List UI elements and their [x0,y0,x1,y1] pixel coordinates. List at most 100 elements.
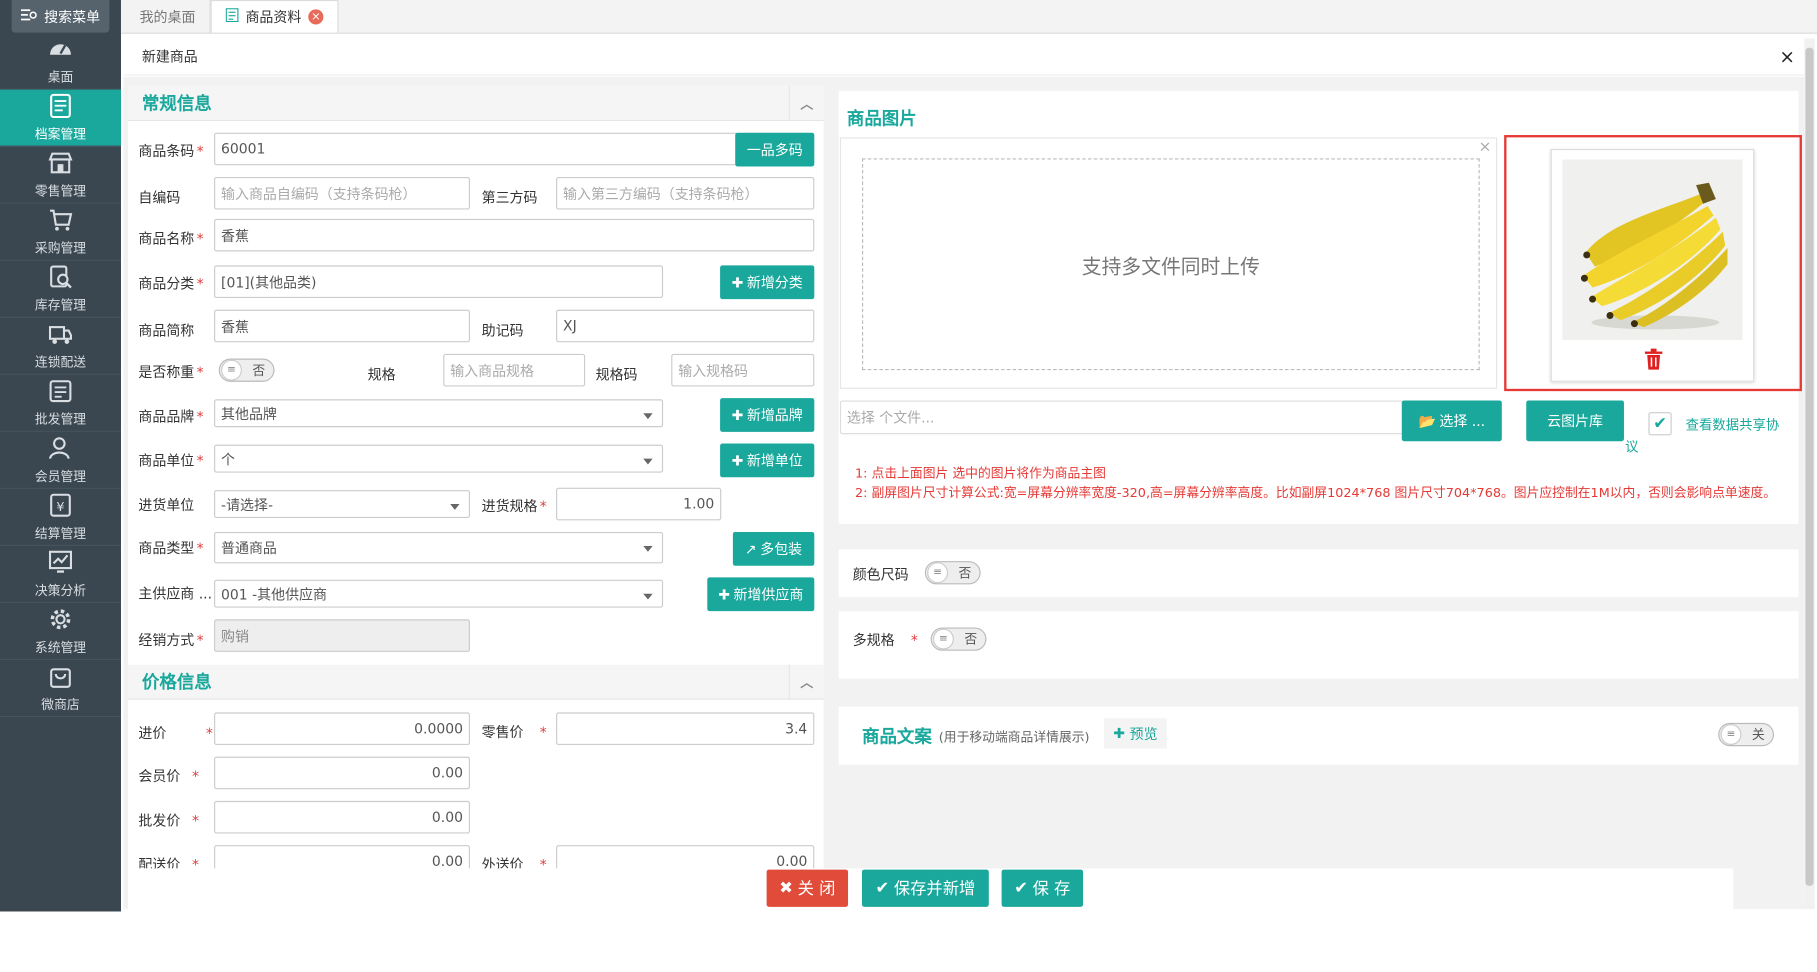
cloud-gallery-button[interactable]: 云图片库 [1526,400,1624,442]
multi-spec-toggle[interactable]: ≡ 否 [930,627,987,651]
unit-select[interactable]: 个 [214,444,664,473]
external-link-icon: ↗ [745,540,757,558]
barcode-label: 商品条码 * [138,143,204,160]
retail-price-input[interactable]: 3.4 [556,712,815,746]
check-icon: ✔ [1014,878,1028,898]
outside-price-input[interactable]: 0.00 [556,845,815,869]
multi-package-button[interactable]: ↗ 多包装 [732,531,815,566]
chevron-up-icon[interactable]: ︿ [788,664,824,700]
truck-icon [48,321,74,350]
supplier-select[interactable]: 001 -其他供应商 [214,579,664,608]
purchase-spec-input[interactable]: 1.00 [556,487,722,521]
name-label: 商品名称 * [138,230,204,247]
copywriting-subtitle: (用于移动端商品详情展示) [938,729,1090,746]
sidebar-item-chart[interactable]: 决策分析 [0,546,121,604]
tab-product-info[interactable]: 商品资料 × [210,0,339,33]
toggle-knob: ≡ [1720,724,1742,746]
purchase-unit-select[interactable]: -请选择- [214,490,470,519]
share-agreement-link[interactable]: 查看数据共享协 [1686,416,1780,435]
vertical-scrollbar[interactable] [1804,38,1815,910]
third-code-input[interactable]: 输入第三方编码（支持条码枪） [556,176,815,210]
category-input[interactable]: [01](其他品类) [214,265,664,299]
brand-select[interactable]: 其他品牌 [214,399,664,428]
spec-input[interactable]: 输入商品规格 [443,353,586,387]
sidebar-item-label: 结算管理 [34,525,87,541]
sidebar-item-archive[interactable]: 档案管理 [0,89,121,147]
type-select[interactable]: 普通商品 [214,531,664,564]
close-button[interactable]: ✖ 关 闭 [766,869,849,907]
multi-spec-label: 多规格 * [852,632,918,649]
button-label: 保存并新增 [893,880,976,899]
self-code-label: 自编码 [138,189,181,207]
share-checkbox[interactable]: ✔ [1648,412,1672,436]
sidebar-item-label: 桌面 [47,69,74,85]
mnemonic-input[interactable]: XJ [556,309,815,343]
upload-area: 支持多文件同时上传 × [839,137,1498,389]
save-and-new-button[interactable]: ✔ 保存并新增 [862,869,989,907]
search-menu-button[interactable]: 搜索菜单 [11,0,110,33]
spec-code-input[interactable]: 输入规格码 [671,353,815,387]
sidebar-item-inventory-search[interactable]: 库存管理 [0,261,121,318]
trash-icon[interactable] [1644,348,1664,375]
color-size-toggle[interactable]: ≡ 否 [924,561,981,585]
sales-mode-input: 购销 [214,619,470,652]
toggle-knob: ≡ [927,562,949,584]
barcode-input[interactable]: 60001 [214,132,738,166]
sidebar-item-label: 采购管理 [34,240,87,256]
button-label: 预览 [1129,725,1158,743]
general-info-panel: 常规信息 ︿ 商品条码 * 60001 一品多码 自编码 输入商品自编码（支持条码… [127,86,824,902]
wholesale-price-input[interactable]: 0.00 [214,800,470,834]
weighing-label: 是否称重 * [138,364,204,381]
button-label: 新增供应商 [733,586,804,604]
sidebar-item-cart[interactable]: 采购管理 [0,204,121,261]
gear-icon [48,606,74,635]
share-agreement-link-wrap[interactable]: 议 [1625,438,1638,457]
sidebar-item-settlement[interactable]: ¥ 结算管理 [0,489,121,546]
modal-close-icon[interactable]: × [1779,45,1795,67]
chevron-up-icon[interactable]: ︿ [788,86,824,122]
multi-spec-panel: 多规格 * ≡ 否 [838,611,1799,679]
member-price-input[interactable]: 0.00 [214,756,470,790]
sidebar-item-member[interactable]: 会员管理 [0,432,121,489]
file-dropzone[interactable]: 支持多文件同时上传 [862,158,1480,371]
banana-image[interactable] [1562,159,1743,340]
image-thumbnail-card[interactable] [1550,149,1755,382]
button-label: 关 闭 [797,880,836,899]
short-name-label: 商品简称 [138,322,195,339]
add-unit-button[interactable]: ✚ 新增单位 [720,443,815,478]
select-file-button[interactable]: 📂 选择 ... [1401,400,1502,442]
delivery-price-label: 配送价 * [138,856,199,869]
cart-icon [48,207,74,236]
delivery-price-input[interactable]: 0.00 [214,845,470,869]
add-supplier-button[interactable]: ✚ 新增供应商 [707,577,815,612]
add-category-button[interactable]: ✚ 新增分类 [720,265,815,300]
tab-my-desktop[interactable]: 我的桌面 [126,0,211,33]
short-name-input[interactable]: 香蕉 [214,309,470,343]
product-name-input[interactable]: 香蕉 [214,218,815,252]
sidebar-item-shop-bag[interactable]: 微商店 [0,660,121,718]
sidebar-item-wholesale[interactable]: 批发管理 [0,375,121,432]
sidebar: 搜索菜单 桌面档案管理 零售管理采购管理库存管理 连锁配送 批发管理 会员管理 ¥ 结算管理… [0,0,121,912]
inventory-search-icon [48,264,74,293]
sidebar-item-dashboard[interactable]: 桌面 [0,33,121,90]
add-brand-button[interactable]: ✚ 新增品牌 [720,398,815,432]
weighing-toggle[interactable]: ≡ 否 [218,358,275,382]
preview-button[interactable]: ✚ 预览 [1103,718,1167,749]
cost-price-input[interactable]: 0.0000 [214,712,470,746]
copywriting-title: 商品文案 [862,726,932,748]
save-button[interactable]: ✔ 保 存 [1001,869,1084,907]
scrollbar-thumb[interactable] [1805,47,1814,886]
plus-icon: ✚ [731,274,744,291]
self-code-input[interactable]: 输入商品自编码（支持条码枪） [214,176,470,210]
dropzone-close-icon[interactable]: × [1479,139,1492,156]
category-label: 商品分类 * [138,275,204,293]
multi-barcode-button[interactable]: 一品多码 [735,132,815,167]
toggle-knob: ≡ [932,628,954,650]
file-path-input[interactable]: 选择 个文件... [839,400,1405,435]
sidebar-item-store[interactable]: 零售管理 [0,147,121,204]
sidebar-item-truck[interactable]: 连锁配送 [0,318,121,375]
copywriting-toggle[interactable]: ≡ 关 [1718,722,1775,747]
plus-icon: ✚ [1113,725,1125,742]
tab-close-icon[interactable]: × [308,9,324,25]
sidebar-item-gear[interactable]: 系统管理 [0,603,121,661]
